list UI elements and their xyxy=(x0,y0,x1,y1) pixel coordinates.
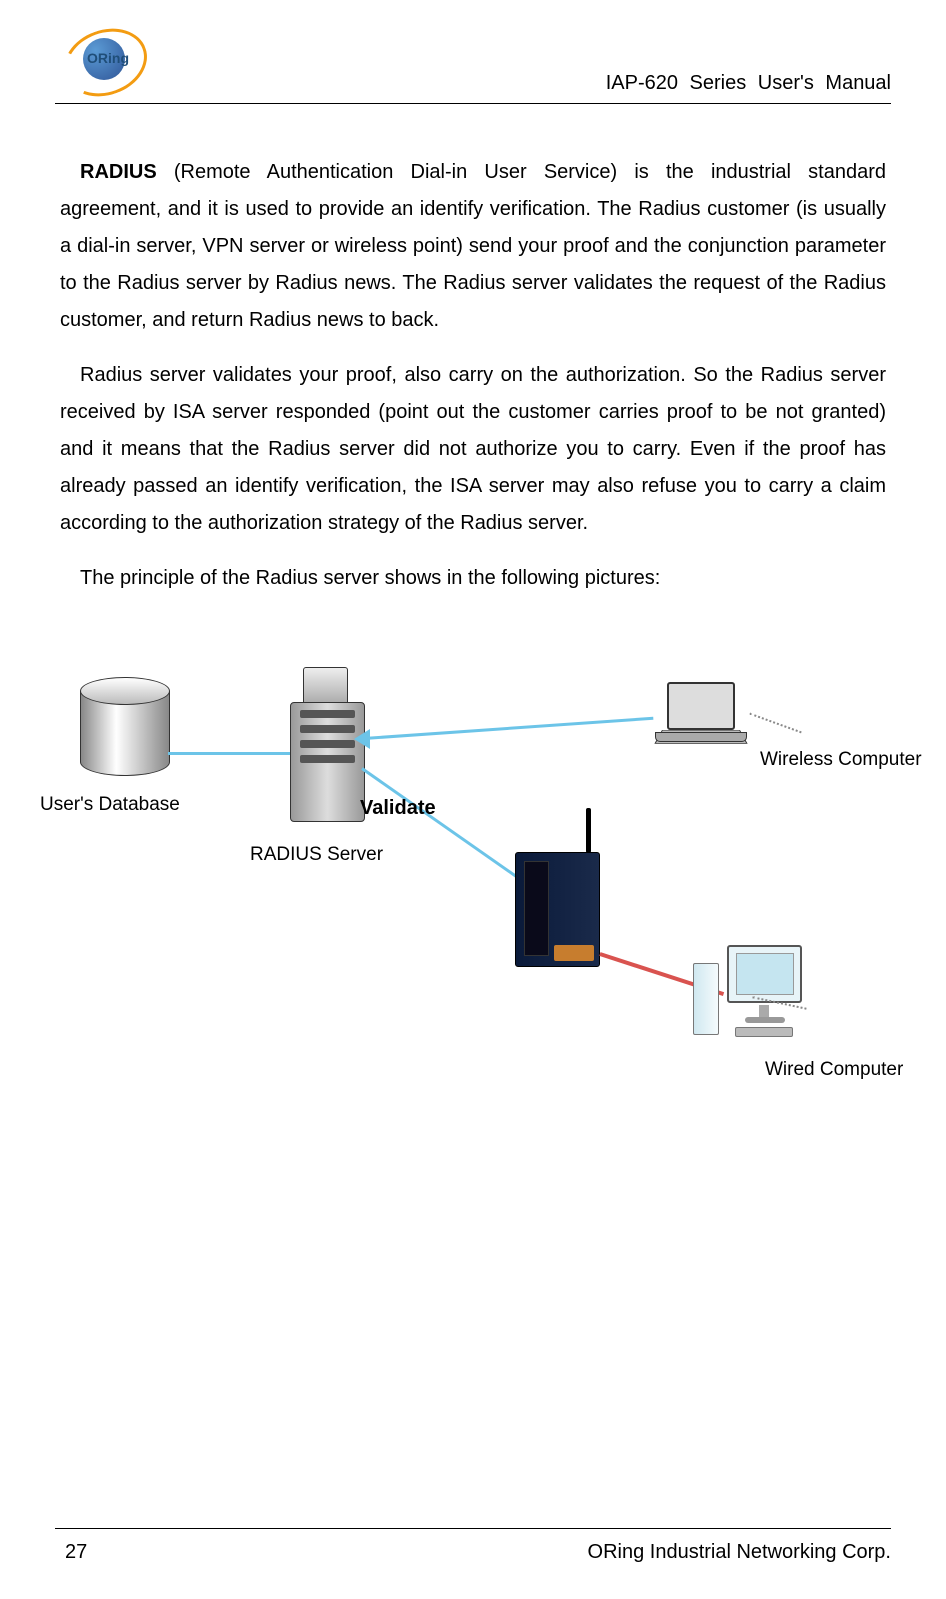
laptop-icon xyxy=(655,682,750,762)
connection-server-laptop xyxy=(364,717,654,740)
radius-bold: RADIUS xyxy=(80,161,157,183)
access-point-icon xyxy=(515,852,600,967)
paragraph-3: The principle of the Radius server shows… xyxy=(60,560,886,597)
paragraph-1: RADIUS (Remote Authentication Dial-in Us… xyxy=(60,154,886,339)
footer-company: ORing Industrial Networking Corp. xyxy=(588,1541,891,1564)
server-label: RADIUS Server xyxy=(250,837,383,872)
body-content: RADIUS (Remote Authentication Dial-in Us… xyxy=(55,154,891,1117)
dash-laptop xyxy=(749,713,801,734)
radius-diagram: User's Database RADIUS Server Validate W… xyxy=(60,657,886,1117)
connection-db-server xyxy=(168,752,290,755)
page-number: 27 xyxy=(55,1541,87,1564)
wireless-label: Wireless Computer xyxy=(760,742,922,777)
page-header: ORing IAP-620 Series User's Manual xyxy=(55,30,891,104)
database-icon xyxy=(80,677,170,777)
paragraph-2: Radius server validates your proof, also… xyxy=(60,357,886,542)
wired-label: Wired Computer xyxy=(765,1052,903,1087)
validate-label: Validate xyxy=(360,790,436,827)
para1-text: (Remote Authentication Dial-in User Serv… xyxy=(60,161,886,331)
desktop-icon xyxy=(715,945,825,1045)
database-label: User's Database xyxy=(40,787,180,822)
page-footer: 27 ORing Industrial Networking Corp. xyxy=(55,1528,891,1564)
logo-text: ORing xyxy=(87,50,129,66)
document-title: IAP-620 Series User's Manual xyxy=(606,72,891,95)
oring-logo: ORing xyxy=(55,30,155,95)
